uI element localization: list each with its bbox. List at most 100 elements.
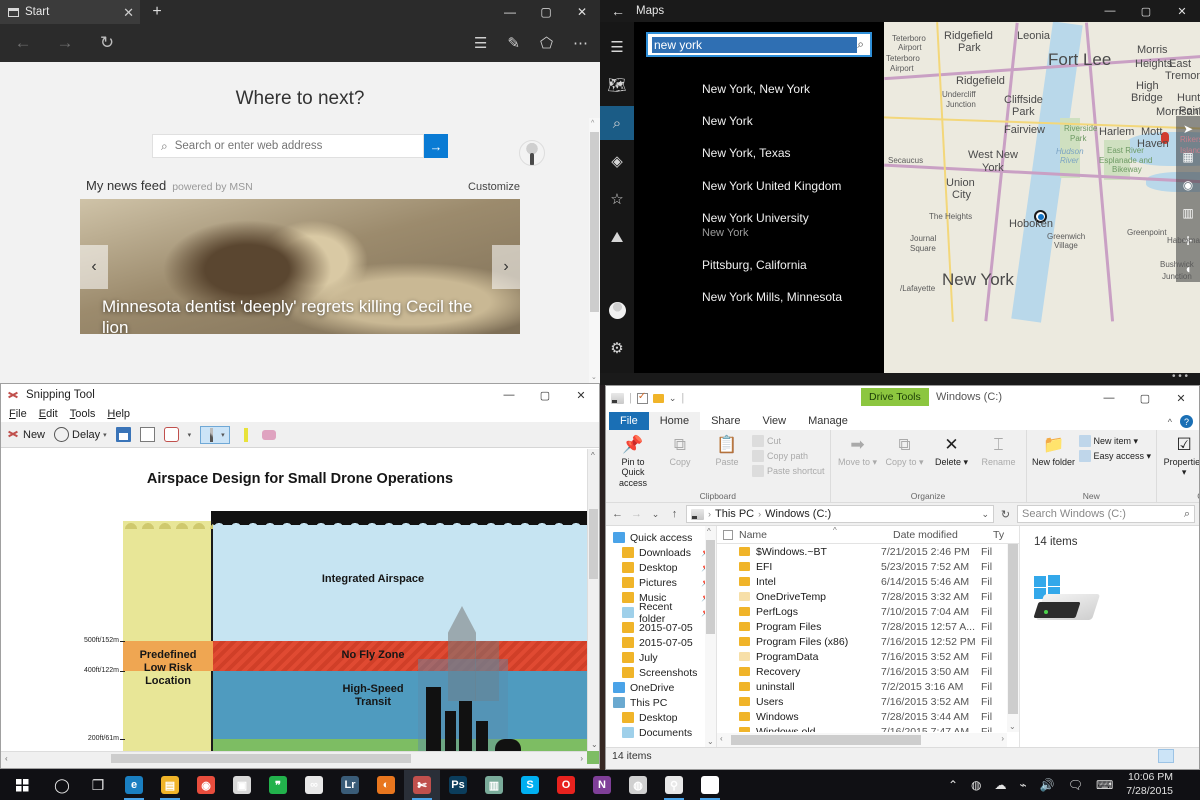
table-row[interactable]: uninstall7/2/2015 3:16 AMFil — [717, 679, 1007, 694]
minimize-button[interactable]: — — [1092, 0, 1128, 22]
table-row[interactable]: Users7/16/2015 3:52 AMFil — [717, 694, 1007, 709]
task-view-button[interactable]: ❐ — [80, 770, 116, 800]
minimize-button[interactable]: — — [1091, 386, 1127, 410]
table-row[interactable]: Recovery7/16/2015 3:50 AMFil — [717, 664, 1007, 679]
menu-item-tools[interactable]: Tools — [70, 408, 96, 420]
maps-window-controls[interactable]: — ▢ ✕ — [1092, 0, 1200, 22]
breadcrumb-item-this-pc[interactable]: This PC — [715, 508, 754, 520]
taskbar-item-firefox[interactable]: ◐ — [368, 770, 404, 800]
snipping-tool-toolbar[interactable]: New Delay ▾ ▾ ▾ — [1, 422, 599, 448]
edge-browser-window[interactable]: Start ✕ + — ▢ ✕ ← → ↻ ☰ ✎ ⬠ ⋯ Where to n… — [0, 0, 600, 383]
delay-button[interactable]: Delay ▾ — [54, 427, 107, 442]
edge-window-controls[interactable]: — ▢ ✕ — [492, 0, 600, 24]
nav-item-recent-folder[interactable]: Recent folder📌 — [610, 605, 716, 620]
taskbar-item-onenote[interactable]: N — [584, 770, 620, 800]
column-header-name[interactable]: Name ^ — [739, 529, 893, 541]
file-list-container[interactable]: Name ^ Date modified Ty $Windows.~BT7/21… — [716, 526, 1019, 747]
taskbar-item-skype[interactable]: S — [512, 770, 548, 800]
network-icon[interactable]: ⌁ — [1020, 778, 1027, 792]
maps-suggestion-item[interactable]: New York, New York — [634, 73, 884, 105]
table-row[interactable]: EFI5/23/2015 7:52 AMFil — [717, 559, 1007, 574]
scrollbar-thumb[interactable] — [589, 509, 598, 579]
properties-checkbox-icon[interactable] — [637, 393, 648, 404]
snip-window-controls[interactable]: — ▢ ✕ — [491, 384, 599, 406]
chevron-down-icon[interactable]: ▾ — [103, 431, 107, 439]
map-view-icon[interactable]: 🗺 — [600, 68, 634, 102]
cortana-search-button[interactable]: ◯ — [44, 770, 80, 800]
maps-suggestion-item[interactable]: New York UniversityNew York — [634, 202, 884, 249]
maps-suggestion-item[interactable]: New York Mills, Minnesota — [634, 281, 884, 313]
tab-file[interactable]: File — [609, 412, 649, 430]
recent-locations-icon[interactable]: ⌄ — [648, 509, 663, 520]
edge-tab-start[interactable]: Start ✕ — [0, 0, 140, 24]
nav-item-screenshots[interactable]: Screenshots — [610, 665, 716, 680]
snip-vertical-scrollbar[interactable]: ^ ⌄ — [587, 449, 599, 751]
ribbon-button-paste[interactable]: 📋Paste — [705, 433, 749, 467]
table-row[interactable]: ProgramData7/16/2015 3:52 AMFil — [717, 649, 1007, 664]
3d-cities-icon[interactable]: ⛰ — [600, 220, 634, 254]
scrollbar-thumb[interactable] — [706, 540, 715, 634]
scrollbar-thumb[interactable] — [1008, 544, 1018, 714]
reading-view-icon[interactable]: ☰ — [474, 34, 487, 52]
ribbon-button-new-item[interactable]: New item ▾ — [1079, 435, 1152, 447]
back-button[interactable]: ← — [12, 33, 34, 53]
search-input[interactable] — [175, 140, 423, 152]
share-icon[interactable]: ⬠ — [540, 34, 553, 52]
show-hidden-icons-button[interactable]: ⌃ — [948, 778, 958, 792]
menu-item-help[interactable]: Help — [107, 408, 130, 420]
scrollbar-thumb[interactable] — [731, 735, 921, 745]
3d-view-icon[interactable]: ▥ — [1182, 206, 1193, 220]
start-button[interactable] — [0, 770, 44, 800]
close-button[interactable]: ✕ — [1163, 386, 1199, 410]
taskbar-item-store[interactable]: ▣ — [224, 770, 260, 800]
taskbar-item-chrome[interactable]: ◉ — [188, 770, 224, 800]
maps-suggestion-item[interactable]: New York United Kingdom — [634, 170, 884, 202]
ribbon-button-properties[interactable]: ☑Properties ▾ — [1162, 433, 1200, 478]
close-button[interactable]: ✕ — [1164, 0, 1200, 22]
maps-suggestion-item[interactable]: Pittsburg, California — [634, 249, 884, 281]
show-desktop-button[interactable] — [1186, 770, 1192, 800]
chevron-down-icon[interactable]: ⌄ — [669, 393, 677, 404]
menu-item-edit[interactable]: Edit — [39, 408, 58, 420]
table-row[interactable]: Program Files7/28/2015 12:57 A...Fil — [717, 619, 1007, 634]
refresh-button[interactable]: ↻ — [998, 508, 1013, 521]
tab-home[interactable]: Home — [649, 412, 700, 430]
maximize-button[interactable]: ▢ — [528, 0, 564, 24]
ribbon-button-pin-to-quick-access[interactable]: 📌Pin to Quick access — [611, 433, 655, 488]
chevron-down-icon[interactable]: ▾ — [221, 431, 225, 439]
web-note-icon[interactable]: ✎ — [507, 34, 520, 52]
taskbar-item-lightroom[interactable]: Lr — [332, 770, 368, 800]
back-button[interactable]: ← — [600, 3, 636, 19]
explorer-titlebar[interactable]: | ⌄ | Drive Tools Windows (C:) — ▢ ✕ — [606, 386, 1199, 410]
maps-window[interactable]: ← Maps — ▢ ✕ ☰🗺⌕◈☆⛰⚙ new york ⌕ New York… — [600, 0, 1200, 385]
go-button[interactable]: → — [424, 134, 448, 158]
compass-icon[interactable]: ➤ — [1183, 122, 1193, 136]
chevron-down-icon[interactable]: ▾ — [188, 431, 192, 439]
file-rows[interactable]: $Windows.~BT7/21/2015 2:46 PMFilEFI5/23/… — [717, 544, 1007, 732]
snipping-tool-window[interactable]: Snipping Tool — ▢ ✕ File Edit Tools Help Ne… — [0, 383, 600, 769]
news-card[interactable]: ‹ › Minnesota dentist 'deeply' regrets k… — [80, 199, 520, 334]
new-folder-icon[interactable] — [653, 394, 664, 403]
ribbon-button-new-folder[interactable]: 📁New folder — [1032, 433, 1076, 467]
maximize-button[interactable]: ▢ — [527, 384, 563, 406]
nav-item-documents[interactable]: Documents — [610, 725, 716, 740]
maximize-button[interactable]: ▢ — [1127, 386, 1163, 410]
nav-item-downloads[interactable]: Downloads📌 — [610, 545, 716, 560]
gear-icon[interactable]: ⚙ — [600, 331, 634, 365]
ribbon-button-copy-path[interactable]: Copy path — [752, 450, 825, 462]
forward-button[interactable]: → — [629, 508, 644, 520]
news-prev-button[interactable]: ‹ — [80, 245, 108, 289]
news-next-button[interactable]: › — [492, 245, 520, 289]
menu-item-file[interactable]: File — [9, 408, 27, 420]
close-button[interactable]: ✕ — [563, 384, 599, 406]
snipping-tool-titlebar[interactable]: Snipping Tool — ▢ ✕ — [1, 384, 599, 406]
customize-link[interactable]: Customize — [468, 181, 520, 193]
maps-titlebar[interactable]: ← Maps — ▢ ✕ — [600, 0, 1200, 22]
column-header-type[interactable]: Ty — [993, 529, 1019, 541]
news-headline[interactable]: Minnesota dentist 'deeply' regrets killi… — [102, 296, 490, 335]
taskbar-item-maps[interactable]: ⚲ — [656, 770, 692, 800]
ribbon-button-easy-access[interactable]: Easy access ▾ — [1079, 450, 1152, 462]
up-button[interactable]: ↑ — [667, 508, 682, 520]
table-row[interactable]: Windows.old7/16/2015 7:47 AMFil — [717, 724, 1007, 732]
ribbon[interactable]: 📌Pin to Quick access⧉Copy📋PasteCutCopy p… — [606, 430, 1199, 503]
